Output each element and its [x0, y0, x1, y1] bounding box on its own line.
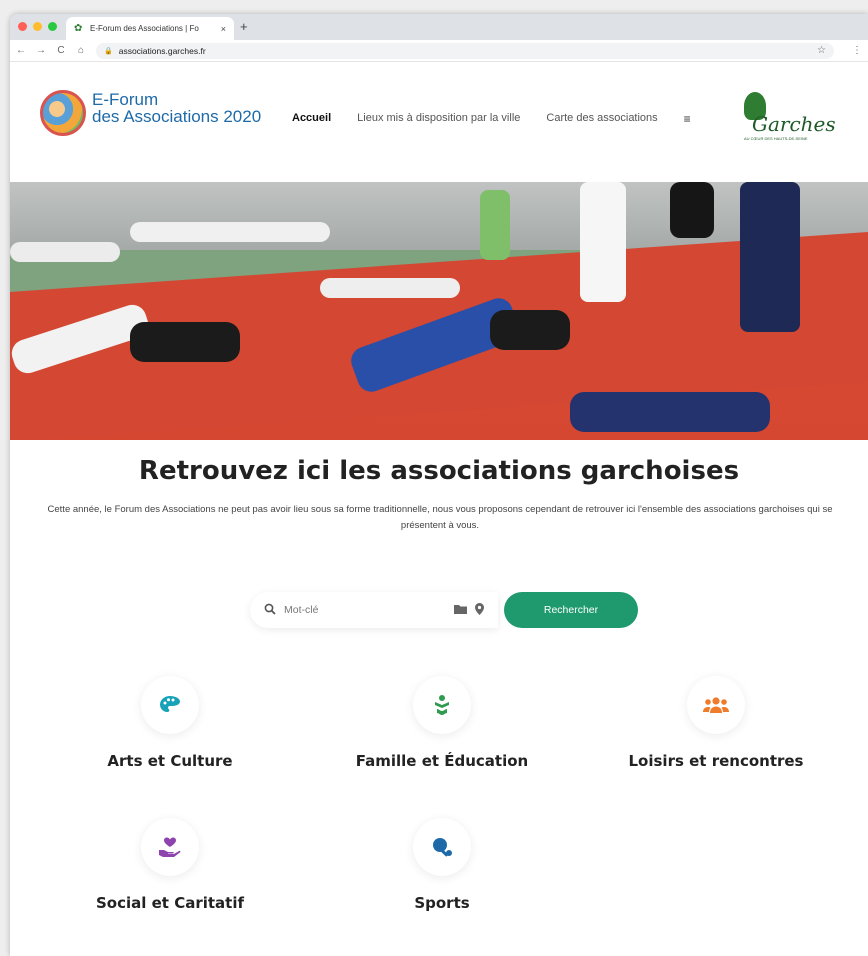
hero-figure	[10, 242, 120, 262]
minimize-window-icon[interactable]	[33, 22, 42, 31]
hero-figure	[580, 182, 626, 302]
hero-figure	[740, 182, 800, 332]
tab-strip: ✿ E-Forum des Associations | Fo × +	[10, 14, 868, 40]
category-label: Arts et Culture	[107, 752, 233, 770]
nav-carte[interactable]: Carte des associations	[546, 112, 657, 126]
category-loisirs-rencontres[interactable]: Loisirs et rencontres	[606, 676, 826, 770]
hero-image	[10, 182, 868, 440]
reload-icon[interactable]: C	[56, 45, 66, 56]
search-icon	[264, 603, 276, 618]
family-icon	[413, 676, 471, 734]
tab-title: E-Forum des Associations | Fo	[90, 24, 199, 33]
heart-hand-icon	[141, 818, 199, 876]
forward-icon[interactable]: →	[36, 45, 46, 56]
category-social-caritatif[interactable]: Social et Caritatif	[60, 818, 280, 912]
category-label: Sports	[414, 894, 470, 912]
keyword-input[interactable]: Mot-clé	[284, 604, 446, 616]
category-arts-culture[interactable]: Arts et Culture	[60, 676, 280, 770]
browser-window: ✿ E-Forum des Associations | Fo × + ← → …	[10, 14, 868, 956]
intro-text: Cette année, le Forum des Associations n…	[47, 504, 833, 531]
search-field[interactable]: Mot-clé	[250, 592, 498, 628]
nav-lieux[interactable]: Lieux mis à disposition par la ville	[357, 112, 520, 126]
group-icon	[687, 676, 745, 734]
map-pin-icon[interactable]	[475, 602, 484, 618]
url-text[interactable]: associations.garches.fr	[119, 46, 811, 56]
forum-logo-icon[interactable]	[40, 90, 86, 136]
ping-pong-icon	[413, 818, 471, 876]
address-toolbar: ← → C ⌂ 🔒 associations.garches.fr ☆ ⋮	[10, 40, 868, 62]
hero-figure	[490, 310, 570, 350]
category-label: Social et Caritatif	[96, 894, 244, 912]
main-nav: Accueil Lieux mis à disposition par la v…	[292, 112, 691, 126]
hero-figure	[570, 392, 770, 432]
tab-close-icon[interactable]: ×	[221, 24, 226, 34]
browser-menu-icon[interactable]: ⋮	[852, 45, 862, 56]
garches-logo[interactable]: Garches AU CŒUR DES HAUTS-DE-SEINE	[742, 92, 842, 148]
site-header: E-Forum des Associations 2020 Accueil Li…	[10, 62, 868, 182]
palette-icon	[141, 676, 199, 734]
maximize-window-icon[interactable]	[48, 22, 57, 31]
search-button[interactable]: Rechercher	[504, 592, 638, 628]
site-title[interactable]: E-Forum des Associations 2020	[92, 91, 261, 125]
back-icon[interactable]: ←	[16, 45, 26, 56]
hero-figure	[480, 190, 510, 260]
bookmark-star-icon[interactable]: ☆	[817, 45, 826, 56]
hamburger-menu-icon[interactable]: ≡	[684, 112, 691, 126]
site-title-line1: E-Forum	[92, 90, 159, 109]
category-sports[interactable]: Sports	[332, 818, 552, 912]
garches-wordmark: Garches	[752, 112, 836, 136]
close-window-icon[interactable]	[18, 22, 27, 31]
folder-icon[interactable]	[454, 604, 467, 617]
hero-figure	[130, 322, 240, 362]
favicon-icon: ✿	[74, 22, 83, 34]
home-icon[interactable]: ⌂	[76, 45, 86, 56]
category-label: Famille et Éducation	[355, 752, 529, 770]
nav-accueil[interactable]: Accueil	[292, 112, 331, 126]
window-controls	[18, 22, 57, 31]
search-bar: Mot-clé Rechercher	[250, 592, 640, 628]
new-tab-button[interactable]: +	[240, 19, 248, 34]
hero-figure	[670, 182, 714, 238]
address-bar[interactable]: 🔒 associations.garches.fr ☆	[96, 42, 834, 59]
browser-tab[interactable]: ✿ E-Forum des Associations | Fo ×	[66, 17, 234, 40]
lock-icon: 🔒	[104, 47, 113, 55]
page-headline: Retrouvez ici les associations garchoise…	[138, 456, 740, 486]
hero-figure	[130, 222, 330, 242]
site-title-line2: des Associations 2020	[92, 107, 262, 126]
category-label: Loisirs et rencontres	[628, 752, 804, 770]
garches-tagline: AU CŒUR DES HAUTS-DE-SEINE	[744, 136, 808, 141]
hero-figure	[320, 278, 460, 298]
category-famille-education[interactable]: Famille et Éducation	[332, 676, 552, 770]
